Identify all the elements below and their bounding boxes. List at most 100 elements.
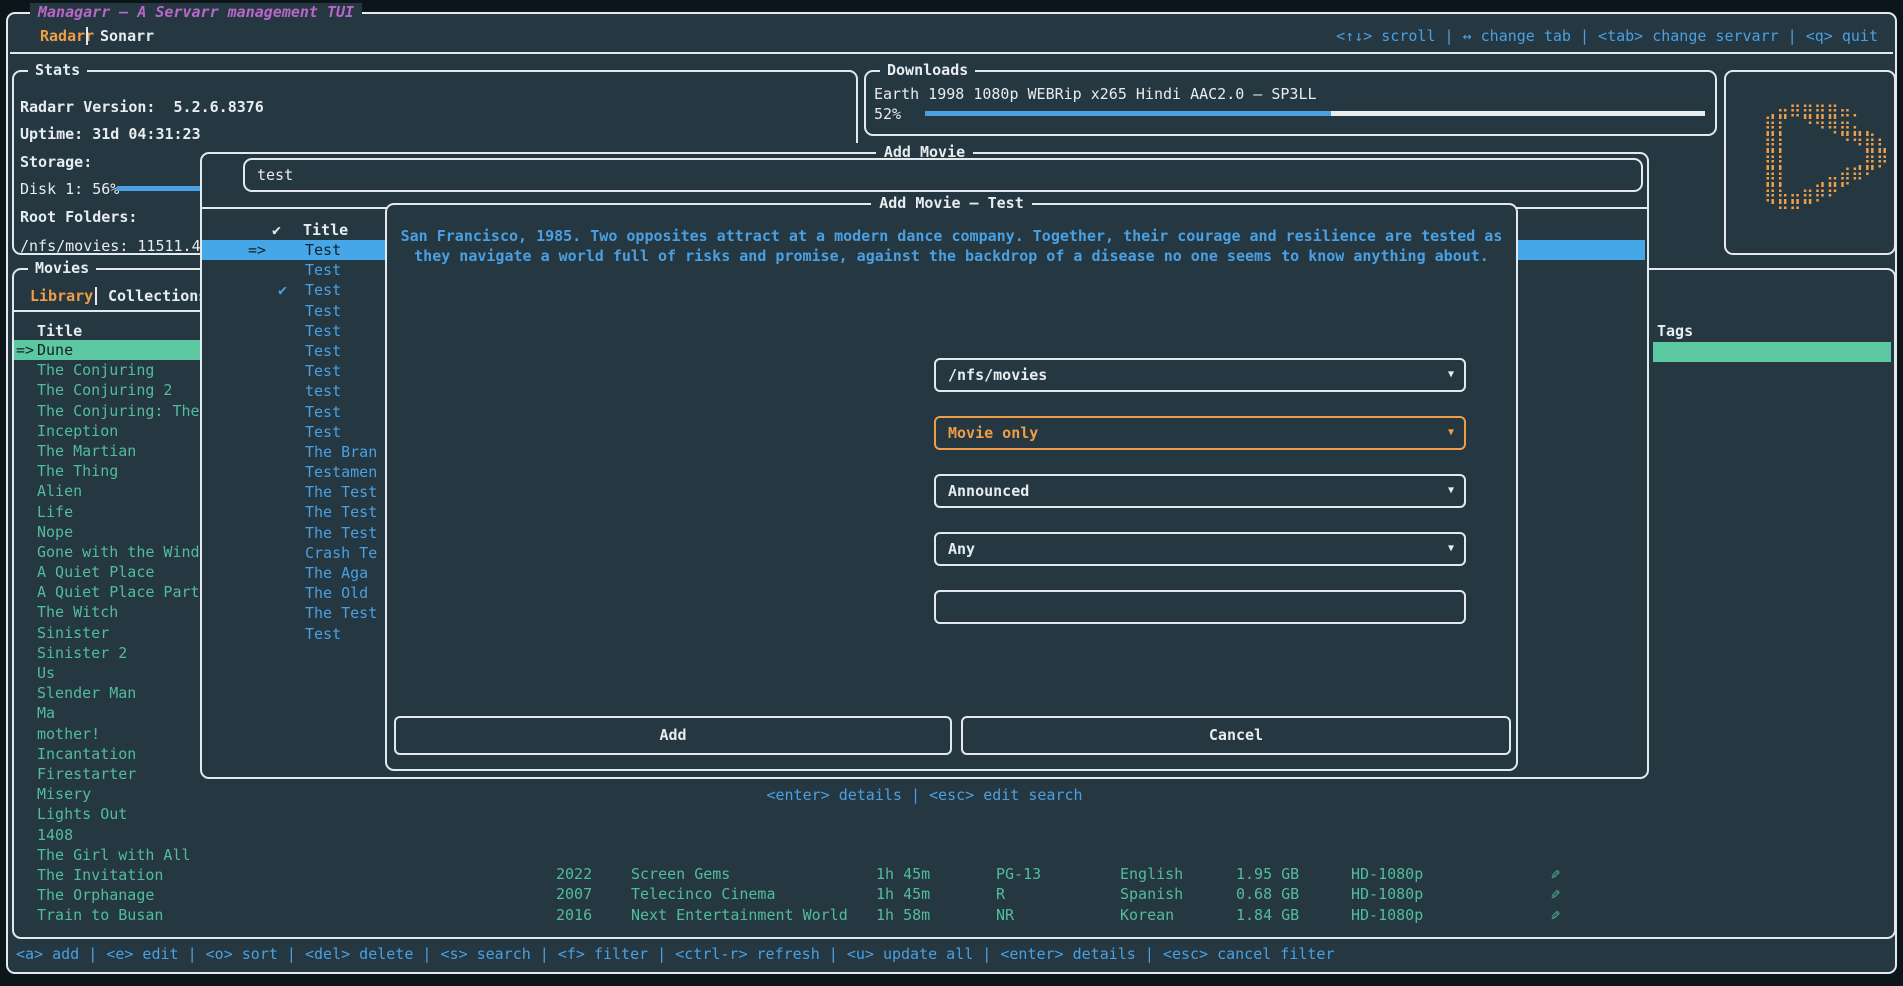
result-title: The Old (305, 583, 368, 603)
movie-search-input[interactable]: test (243, 158, 1643, 192)
tab-sonarr[interactable]: Sonarr (100, 26, 154, 46)
downloads-panel-title: Downloads (880, 61, 975, 79)
cell-size: 0.68 GB (1236, 885, 1299, 903)
result-title: Test (305, 624, 341, 644)
cell-language: Korean (1120, 906, 1174, 924)
table-row[interactable]: 2007 Telecinco Cinema 1h 45m R Spanish 0… (14, 885, 1892, 905)
quality-profile-select[interactable]: Any ▼ (934, 532, 1466, 566)
cell-runtime: 1h 45m (876, 885, 930, 903)
result-title: Test (305, 321, 341, 341)
table-row[interactable]: 2022 Screen Gems 1h 45m PG-13 English 1.… (14, 865, 1892, 885)
stats-storage-label: Storage: (20, 152, 92, 172)
cell-studio: Next Entertainment World (631, 906, 848, 924)
cell-year: 2016 (556, 906, 592, 924)
result-title: Test (305, 301, 341, 321)
add-movie-modal: Add Movie – Test San Francisco, 1985. Tw… (385, 203, 1518, 771)
result-title: The Aga (305, 563, 368, 583)
result-title: Test (305, 280, 341, 300)
movie-title: Dune (37, 341, 73, 359)
result-title: The Bran (305, 442, 377, 462)
cell-language: English (1120, 865, 1183, 883)
download-percent-label: 52% (874, 104, 901, 124)
selected-row-tags-highlight (1653, 342, 1891, 362)
minimum-availability-select[interactable]: Announced▼ (934, 474, 1466, 508)
result-title: Crash Te (305, 543, 377, 563)
cancel-button[interactable]: Cancel (961, 716, 1511, 755)
result-title: Test (305, 402, 341, 422)
stats-uptime-space (83, 125, 92, 143)
stats-disk-label: Disk 1: 56% (20, 179, 119, 199)
cell-size: 1.95 GB (1236, 865, 1299, 883)
stats-version-value (155, 98, 173, 116)
monitor-value: Movie only (948, 424, 1038, 442)
result-title: Test (305, 240, 341, 260)
cell-year: 2022 (556, 865, 592, 883)
selection-arrow: => (16, 340, 34, 360)
cell-quality: HD-1080p (1351, 865, 1423, 883)
movie-overview-line2: they navigate a world full of risks and … (387, 246, 1516, 266)
tab-separator (86, 27, 88, 45)
cell-runtime: 1h 58m (876, 906, 930, 924)
result-title: The Test (305, 502, 377, 522)
monitored-pencil-icon: ✎ (1551, 885, 1560, 903)
stats-root-folders-label: Root Folders: (20, 207, 137, 227)
stats-uptime: Uptime: 31d 04:31:23 (20, 124, 201, 144)
managarr-logo-icon: ⢀⣤⣶⣶⣶⣶⣤⡀ ⣿⡏⠀⠙⠻⢿⣶⣄⡀ ⣿⡇⠀⠀⠀⠀⠙⠻⣿⣆ ⣿⡇⠀⠀⠀⠀⠀⢀⣿⡿… (1764, 100, 1889, 219)
cell-language: Spanish (1120, 885, 1183, 903)
download-progress-bar-fill (925, 111, 1331, 116)
result-title: test (305, 381, 341, 401)
stats-uptime-value: 31d 04:31:23 (92, 125, 200, 143)
result-title: The Test (305, 603, 377, 623)
cell-studio: Screen Gems (631, 865, 730, 883)
results-header-title: Title (303, 220, 348, 240)
cell-size: 1.84 GB (1236, 906, 1299, 924)
bottom-hints: <a> add | <e> edit | <o> sort | <del> de… (16, 944, 1335, 964)
top-hints: <↑↓> scroll | ↔ change tab | <tab> chang… (1336, 26, 1878, 46)
stats-version: Radarr Version: 5.2.6.8376 (20, 97, 264, 117)
download-progress-bar (925, 111, 1705, 116)
movies-title-header: Title (37, 321, 82, 341)
cell-quality: HD-1080p (1351, 906, 1423, 924)
chevron-down-icon: ▼ (1448, 534, 1454, 564)
download-item-title: Earth 1998 1080p WEBRip x265 Hindi AAC2.… (874, 84, 1317, 104)
stats-uptime-label: Uptime: (20, 125, 83, 143)
root-folder-value: /nfs/movies (948, 366, 1047, 384)
cell-year: 2007 (556, 885, 592, 903)
movies-tab-separator (95, 287, 97, 305)
quality-profile-value: Any (948, 540, 975, 558)
monitor-select[interactable]: Movie only ▼ (934, 416, 1466, 450)
selection-arrow: => (248, 240, 266, 260)
header-divider (10, 52, 1893, 54)
logo-panel: ⢀⣤⣶⣶⣶⣶⣤⡀ ⣿⡏⠀⠙⠻⢿⣶⣄⡀ ⣿⡇⠀⠀⠀⠀⠙⠻⣿⣆ ⣿⡇⠀⠀⠀⠀⠀⢀⣿⡿… (1724, 70, 1896, 255)
chevron-down-icon: ▼ (1448, 418, 1454, 448)
monitored-pencil-icon: ✎ (1551, 865, 1560, 883)
movies-tags-header: Tags (1657, 321, 1693, 341)
cell-certification: NR (996, 906, 1014, 924)
result-title: Test (305, 361, 341, 381)
tags-input[interactable] (934, 590, 1466, 624)
chevron-down-icon: ▼ (1448, 476, 1454, 506)
table-row[interactable]: 2016 Next Entertainment World 1h 58m NR … (14, 906, 1892, 926)
result-title: Test (305, 341, 341, 361)
result-title: Test (305, 422, 341, 442)
monitored-pencil-icon: ✎ (1551, 906, 1560, 924)
result-title: The Test (305, 523, 377, 543)
tab-collections[interactable]: Collections (108, 286, 207, 306)
cell-quality: HD-1080p (1351, 885, 1423, 903)
add-button[interactable]: Add (394, 716, 952, 755)
stats-panel-title: Stats (28, 61, 87, 79)
tab-library[interactable]: Library (30, 286, 93, 306)
result-title: Test (305, 260, 341, 280)
app-title: Managarr – A Servarr management TUI (30, 3, 362, 21)
result-title: The Test (305, 482, 377, 502)
chevron-down-icon: ▼ (1448, 360, 1454, 390)
cell-certification: R (996, 885, 1005, 903)
cell-studio: Telecinco Cinema (631, 885, 776, 903)
result-title: Testamen (305, 462, 377, 482)
movies-panel-title: Movies (28, 259, 96, 277)
stats-version-label: Radarr Version: (20, 98, 155, 116)
cell-certification: PG-13 (996, 865, 1041, 883)
cell-runtime: 1h 45m (876, 865, 930, 883)
root-folder-select[interactable]: /nfs/movies ▼ (934, 358, 1466, 392)
managarr-app: Managarr – A Servarr management TUI Rada… (0, 0, 1903, 986)
